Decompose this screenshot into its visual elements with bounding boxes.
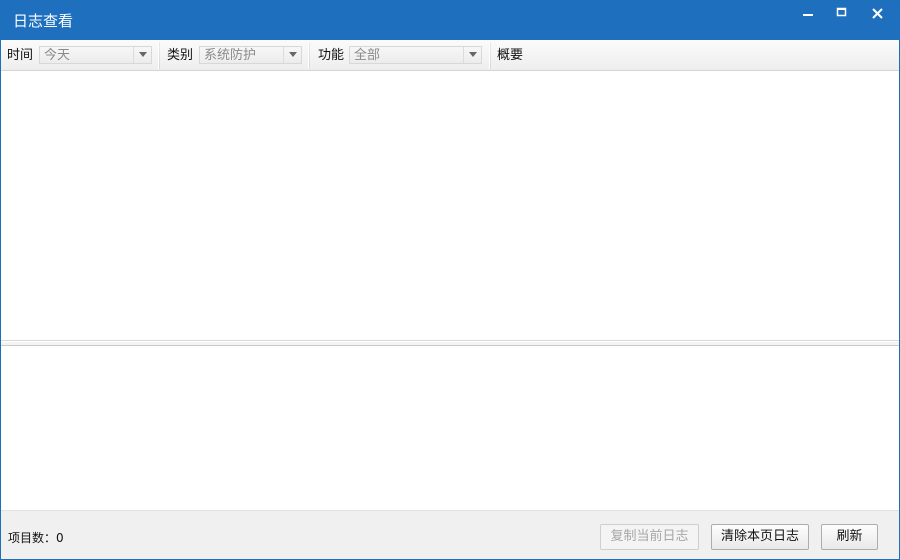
- pane-splitter[interactable]: [1, 342, 899, 346]
- log-viewer-window: 日志查看 时间 今天 类别 系统防护 功能 全部 概要 项目数：0 复制当前日志…: [0, 0, 900, 560]
- category-filter-value: 系统防护: [204, 48, 257, 63]
- time-filter: 时间 今天: [1, 40, 158, 70]
- minimize-button[interactable]: [791, 1, 825, 27]
- function-filter-label: 功能: [318, 48, 345, 63]
- filter-bar: 时间 今天 类别 系统防护 功能 全部 概要: [1, 40, 899, 71]
- item-count: 项目数：0: [8, 531, 64, 545]
- function-filter-select[interactable]: 全部: [349, 46, 482, 64]
- summary-column[interactable]: 概要: [492, 40, 899, 70]
- function-filter: 功能 全部: [311, 40, 489, 70]
- title-bar[interactable]: 日志查看: [1, 1, 899, 40]
- time-filter-value: 今天: [44, 48, 71, 63]
- clear-page-logs-button[interactable]: 清除本页日志: [711, 524, 809, 550]
- column-divider[interactable]: [489, 42, 491, 69]
- category-filter-dropdown[interactable]: [283, 47, 301, 63]
- log-detail[interactable]: [1, 347, 899, 510]
- maximize-button[interactable]: [824, 1, 858, 27]
- chevron-down-icon: [139, 52, 147, 57]
- column-divider[interactable]: [158, 42, 160, 69]
- close-button[interactable]: [861, 1, 895, 27]
- column-divider[interactable]: [308, 42, 310, 69]
- chevron-down-icon: [469, 52, 477, 57]
- category-filter-select[interactable]: 系统防护: [199, 46, 302, 64]
- time-filter-select[interactable]: 今天: [39, 46, 152, 64]
- close-icon: [872, 8, 883, 19]
- function-filter-dropdown[interactable]: [463, 47, 481, 63]
- minimize-icon: [803, 14, 813, 16]
- time-filter-dropdown[interactable]: [133, 47, 151, 63]
- category-filter-label: 类别: [167, 48, 194, 63]
- item-count-label: 项目数：: [8, 531, 57, 545]
- footer-bar: 项目数：0 复制当前日志 清除本页日志 刷新: [1, 510, 899, 559]
- summary-column-header: 概要: [497, 48, 524, 63]
- time-filter-label: 时间: [7, 48, 34, 63]
- refresh-button[interactable]: 刷新: [821, 524, 878, 550]
- category-filter: 类别 系统防护: [161, 40, 308, 70]
- item-count-value: 0: [56, 531, 64, 545]
- chevron-down-icon: [289, 52, 297, 57]
- copy-current-log-button[interactable]: 复制当前日志: [600, 524, 699, 550]
- log-list[interactable]: [1, 72, 899, 341]
- window-title: 日志查看: [13, 12, 74, 30]
- function-filter-value: 全部: [354, 48, 381, 63]
- maximize-icon: [836, 7, 847, 17]
